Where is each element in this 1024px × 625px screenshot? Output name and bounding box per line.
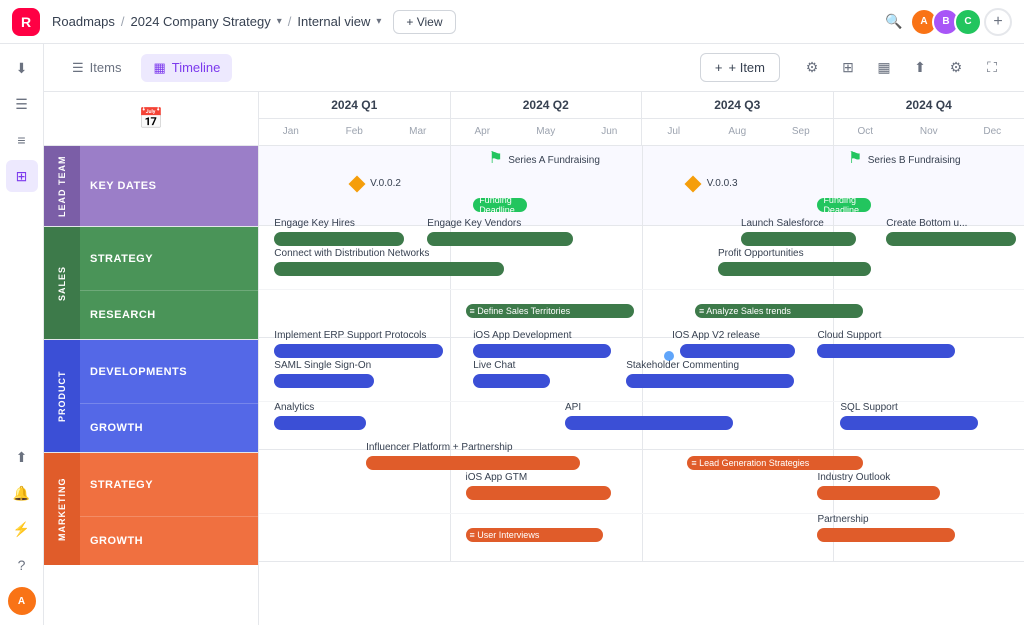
bar-profit-opportunities: [718, 262, 871, 276]
breadcrumb-view[interactable]: Internal view: [297, 14, 370, 29]
group-lead-team: LEAD TEAM KEY DATES: [44, 146, 258, 227]
bar-launch-salesforce: [741, 232, 856, 246]
bar-connect-distribution: [274, 262, 504, 276]
layout-button[interactable]: ▦: [868, 52, 900, 84]
sidebar-roadmap-icon[interactable]: ⊞: [6, 160, 38, 192]
bar-sql: [840, 416, 978, 430]
filter-button[interactable]: ⚙: [796, 52, 828, 84]
quarter-q1: 2024 Q1 Jan Feb Mar: [259, 92, 451, 145]
sidebar-download-icon[interactable]: ⬇: [6, 52, 38, 84]
timeline-row-product-developments: Implement ERP Support Protocols iOS App …: [259, 338, 1024, 402]
milestone-v002: V.0.0.2: [351, 176, 401, 190]
timeline-row-key-dates: ⚑ Series A Fundraising ⚑ Series B Fundra…: [259, 146, 1024, 226]
bar-funding-deadline-1: Funding Deadline: [473, 198, 527, 212]
bar-partnership: [817, 528, 955, 542]
timeline-icon: ▦: [153, 60, 165, 76]
group-product: PRODUCT DEVELOPMENTS GROWTH: [44, 340, 258, 453]
bar-funding-deadline-2: Funding Deadline: [817, 198, 871, 212]
bar-define-sales-territories: ≡ Define Sales Territories: [466, 304, 634, 318]
tab-items[interactable]: ☰ Items: [60, 54, 133, 82]
export-button[interactable]: ⬆: [904, 52, 936, 84]
flag-series-b: ⚑ Series B Fundraising: [848, 148, 961, 168]
bar-cloud-support: [817, 344, 955, 358]
timeline-row-marketing-strategy: Influencer Platform + Partnership ≡ Lead…: [259, 450, 1024, 514]
left-sidebar: ⬇ ☰ ≡ ⊞ ⬆ 🔔 ⚡ ? A: [0, 44, 44, 625]
quarter-q2: 2024 Q2 Apr May Jun: [451, 92, 643, 145]
bar-stakeholder: [626, 374, 794, 388]
sidebar-user-avatar[interactable]: A: [6, 585, 38, 617]
milestone-v003: V.0.0.3: [687, 176, 737, 190]
sidebar-bell-icon[interactable]: 🔔: [6, 477, 38, 509]
row-label-key-dates: KEY DATES: [80, 146, 258, 226]
timeline-row-marketing-growth: ≡ User Interviews Partnership: [259, 514, 1024, 562]
toolbar-actions: ⚙ ⊞ ▦ ⬆ ⚙ ⛶: [796, 52, 1008, 84]
bar-ios-dev: [473, 344, 611, 358]
group-label-marketing: MARKETING: [44, 453, 80, 565]
group-label-lead-team: LEAD TEAM: [44, 146, 80, 226]
main-content: ☰ Items ▦ Timeline + + Item ⚙ ⊞ ▦ ⬆ ⚙ ⛶: [44, 44, 1024, 625]
sidebar-timeline-icon[interactable]: ≡: [6, 124, 38, 156]
bar-engage-key-vendors: [427, 232, 572, 246]
search-icon[interactable]: 🔍: [880, 8, 908, 36]
items-icon: ☰: [72, 60, 84, 76]
fullscreen-button[interactable]: ⛶: [976, 52, 1008, 84]
gantt-container[interactable]: 📅 LEAD TEAM KEY DATES SALES STRATEGY: [44, 92, 1024, 625]
sidebar-list-icon[interactable]: ☰: [6, 88, 38, 120]
gantt-labels-header: 📅: [44, 92, 258, 146]
add-member-button[interactable]: +: [984, 8, 1012, 36]
sidebar-help-icon[interactable]: ?: [6, 549, 38, 581]
group-marketing: MARKETING STRATEGY GROWTH: [44, 453, 258, 565]
row-label-research: RESEARCH: [80, 291, 258, 339]
quarter-q4: 2024 Q4 Oct Nov Dec: [834, 92, 1024, 145]
plus-icon: +: [715, 60, 723, 75]
bar-ios-gtm: [466, 486, 611, 500]
group-label-product: PRODUCT: [44, 340, 80, 452]
bar-analytics: [274, 416, 366, 430]
gantt-timeline: 2024 Q1 Jan Feb Mar 2024 Q2 Apr May: [259, 92, 1024, 625]
bar-industry-outlook: [817, 486, 939, 500]
add-item-button[interactable]: + + Item: [700, 53, 780, 82]
logo-icon: R: [12, 8, 40, 36]
top-nav: R Roadmaps / 2024 Company Strategy ▾ / I…: [0, 0, 1024, 44]
toolbar: ☰ Items ▦ Timeline + + Item ⚙ ⊞ ▦ ⬆ ⚙ ⛶: [44, 44, 1024, 92]
timeline-row-sales-strategy: Engage Key Hires Engage Key Vendors Laun…: [259, 226, 1024, 290]
row-label-growth-marketing: GROWTH: [80, 517, 258, 565]
row-label-growth-product: GROWTH: [80, 404, 258, 452]
bar-live-chat: [473, 374, 550, 388]
group-label-sales: SALES: [44, 227, 80, 339]
bar-ios-v2: [680, 344, 795, 358]
bar-saml: [274, 374, 373, 388]
timeline-header: 2024 Q1 Jan Feb Mar 2024 Q2 Apr May: [259, 92, 1024, 146]
bar-lead-gen: ≡ Lead Generation Strategies: [687, 456, 863, 470]
bar-erp: [274, 344, 442, 358]
avatar-3: C: [954, 8, 982, 36]
bar-analyze-sales-trends: ≡ Analyze Sales trends: [695, 304, 863, 318]
breadcrumb-roadmaps[interactable]: Roadmaps: [52, 14, 115, 29]
row-label-strategy-marketing: STRATEGY: [80, 453, 258, 517]
quarter-q3: 2024 Q3 Jul Aug Sep: [642, 92, 834, 145]
group-button[interactable]: ⊞: [832, 52, 864, 84]
row-label-strategy-sales: STRATEGY: [80, 227, 258, 291]
row-label-developments: DEVELOPMENTS: [80, 340, 258, 404]
bar-api: [565, 416, 733, 430]
group-sales: SALES STRATEGY RESEARCH: [44, 227, 258, 340]
avatar-group: A B C: [916, 8, 982, 36]
bar-create-bottom: [886, 232, 1016, 246]
tab-timeline[interactable]: ▦ Timeline: [141, 54, 232, 82]
breadcrumb: Roadmaps / 2024 Company Strategy ▾ / Int…: [52, 14, 381, 29]
view-button[interactable]: + View: [393, 10, 455, 34]
sidebar-lightning-icon[interactable]: ⚡: [6, 513, 38, 545]
sidebar-upload-icon[interactable]: ⬆: [6, 441, 38, 473]
breadcrumb-strategy[interactable]: 2024 Company Strategy: [131, 14, 271, 29]
bar-user-interviews: ≡ User Interviews: [466, 528, 604, 542]
settings-button[interactable]: ⚙: [940, 52, 972, 84]
bar-influencer: [366, 456, 580, 470]
bar-engage-key-hires: [274, 232, 404, 246]
flag-series-a: ⚑ Series A Fundraising: [489, 148, 600, 168]
